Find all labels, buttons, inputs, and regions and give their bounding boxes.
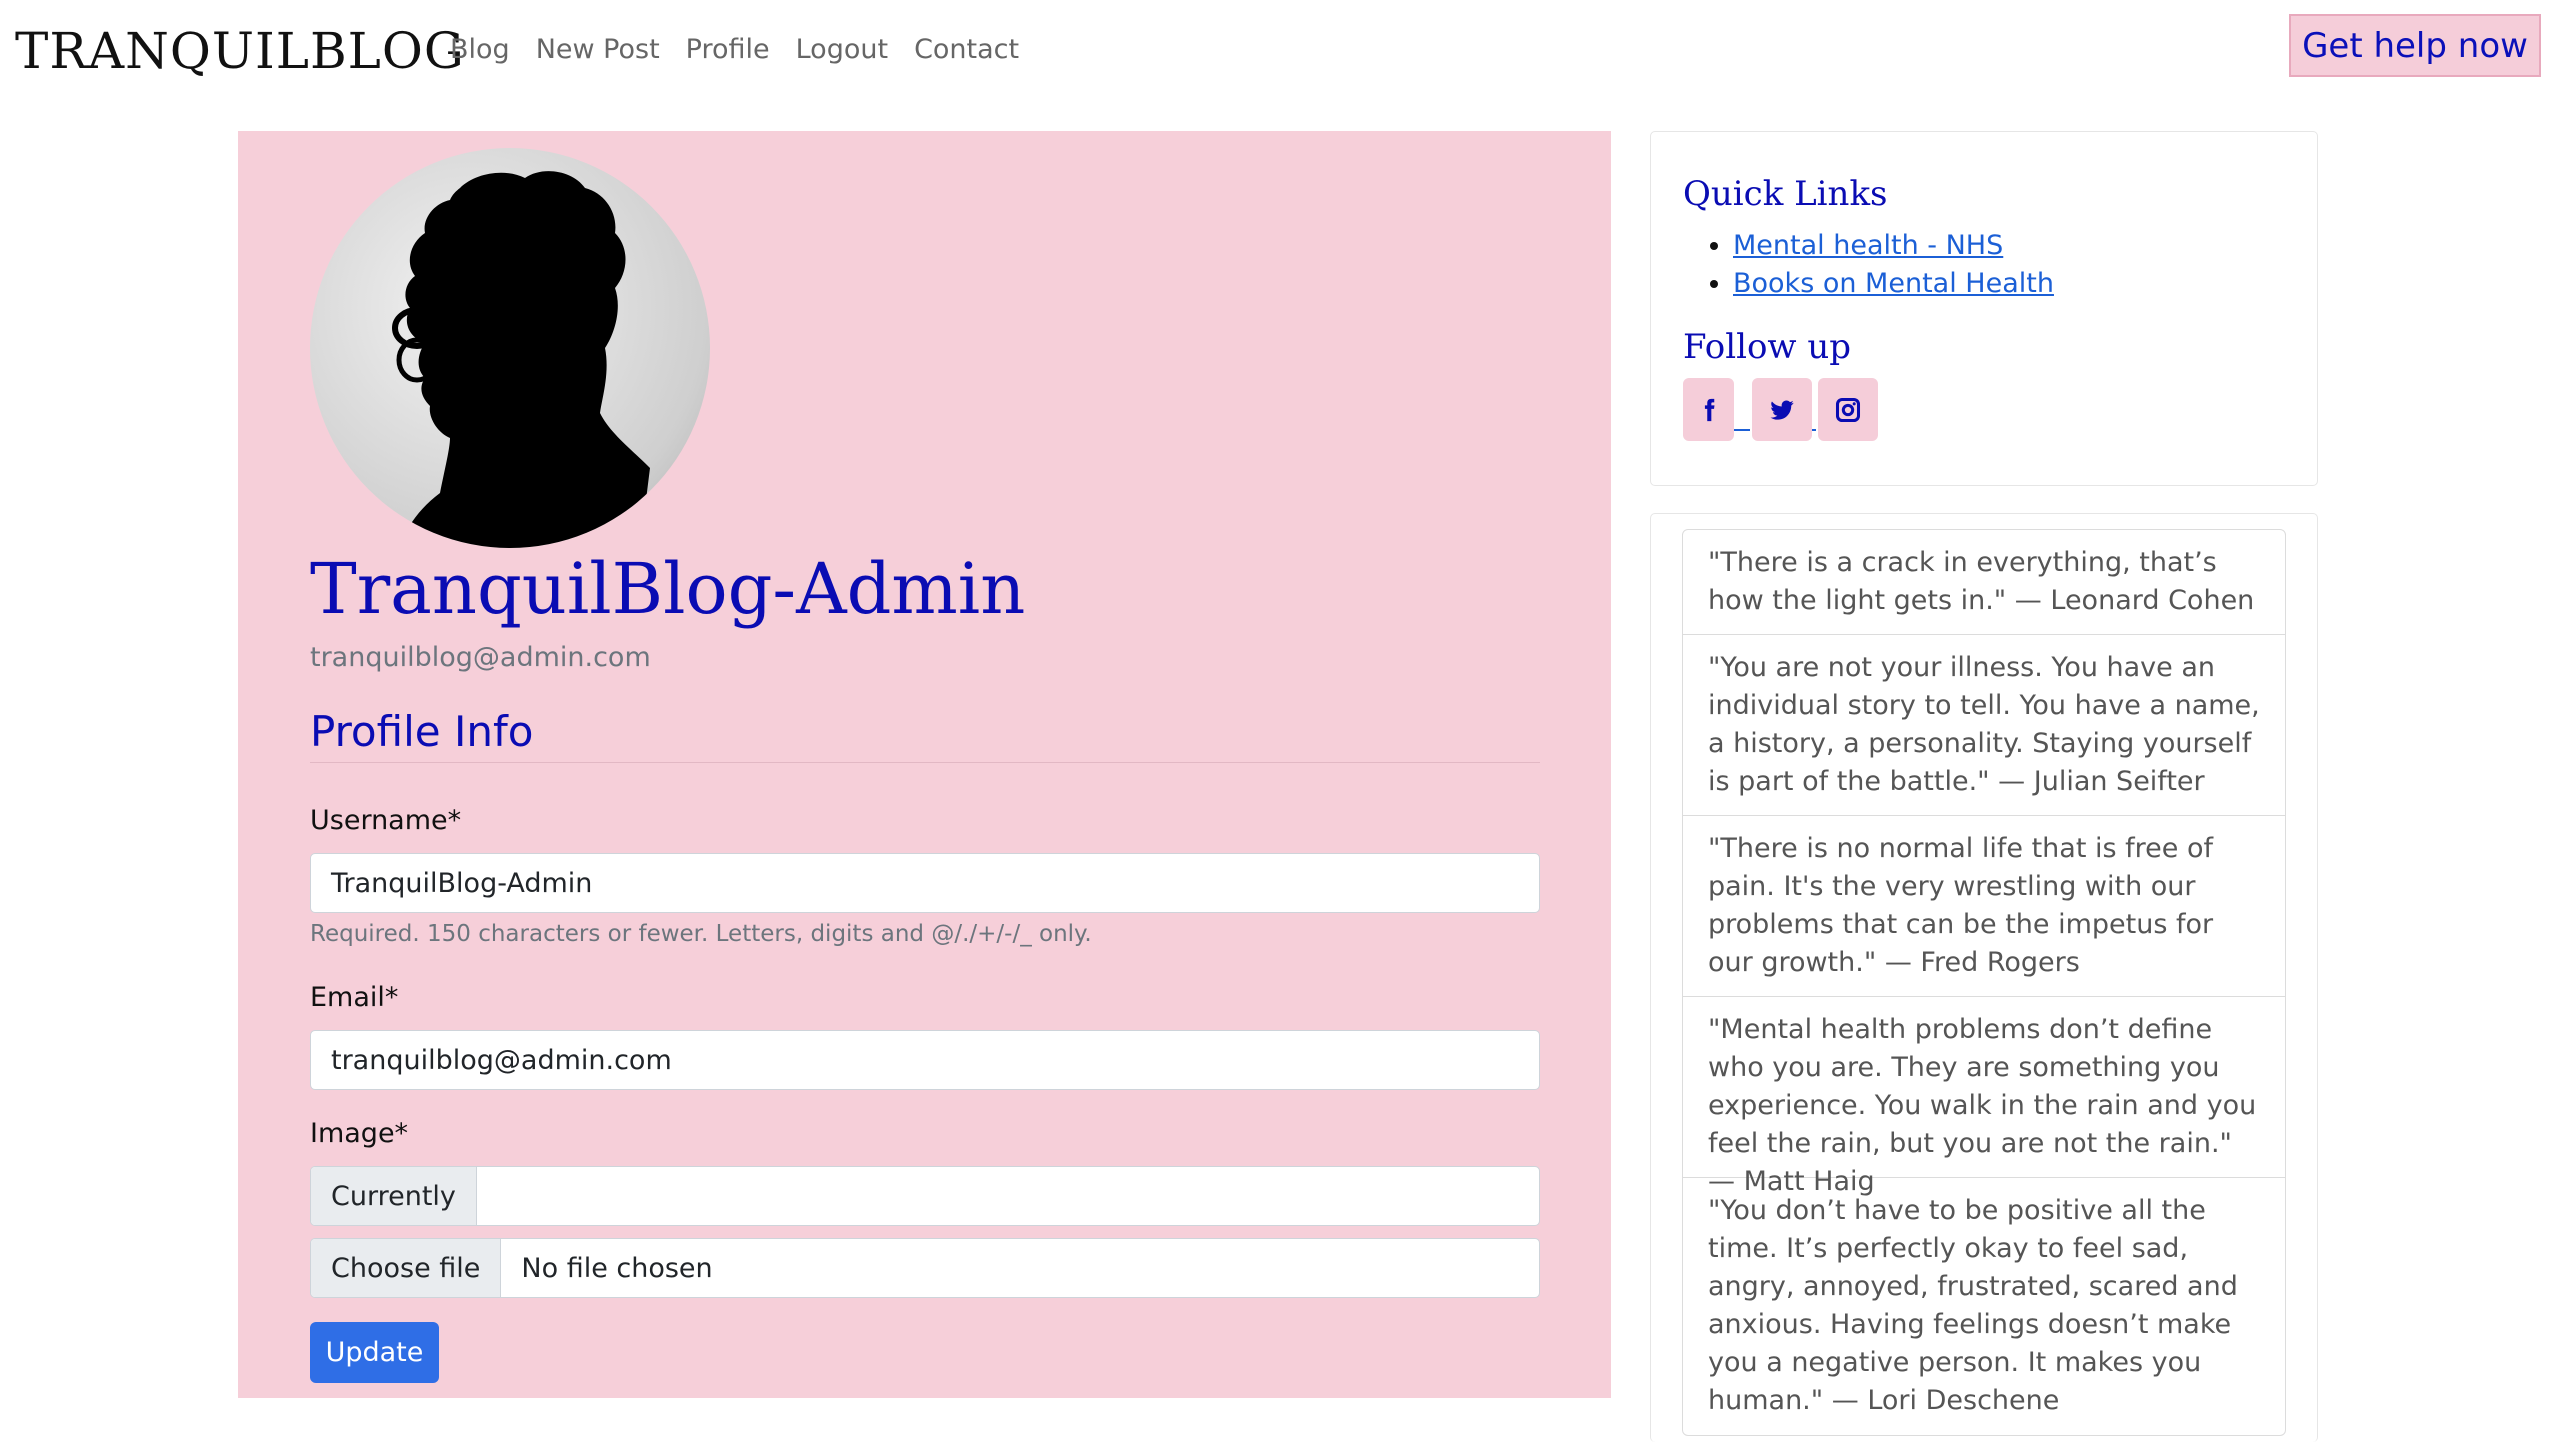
nav-link-new-post[interactable]: New Post <box>536 34 660 65</box>
image-label: Image* <box>310 1118 409 1149</box>
social-link-spacer <box>1812 378 1818 441</box>
nav-link-contact[interactable]: Contact <box>914 34 1019 65</box>
quote-item: "There is no normal life that is free of… <box>1683 816 2285 997</box>
profile-email-text: tranquilblog@admin.com <box>310 642 651 673</box>
instagram-button[interactable] <box>1818 378 1878 441</box>
follow-up-title: Follow up <box>1683 327 1851 367</box>
current-image-group: Currently <box>310 1166 1540 1226</box>
nav-link-blog[interactable]: Blog <box>450 34 510 65</box>
quick-links-card: Quick Links Mental health - NHS Books on… <box>1650 131 2318 486</box>
quote-item: "Mental health problems don’t define who… <box>1683 997 2285 1197</box>
main-nav: Blog New Post Profile Logout Contact <box>450 34 1019 65</box>
section-divider <box>310 762 1540 763</box>
nav-link-profile[interactable]: Profile <box>686 34 770 65</box>
profile-username-heading: TranquilBlog-Admin <box>310 548 1026 630</box>
username-input[interactable]: TranquilBlog-Admin <box>310 853 1540 913</box>
quick-link-item: Mental health - NHS <box>1733 227 2054 265</box>
link-books-on-mental-health[interactable]: Books on Mental Health <box>1733 268 2054 299</box>
facebook-icon <box>1704 398 1714 421</box>
file-input-group[interactable]: Choose file No file chosen <box>310 1238 1540 1298</box>
nav-link-logout[interactable]: Logout <box>796 34 888 65</box>
twitter-icon <box>1770 400 1794 420</box>
quote-item: "You don’t have to be positive all the t… <box>1708 1195 2238 1416</box>
quick-links-list: Mental health - NHS Books on Mental Heal… <box>1703 227 2054 303</box>
avatar-silhouette-image <box>392 171 650 548</box>
quote-item: "There is a crack in everything, that’s … <box>1683 530 2285 635</box>
twitter-button[interactable] <box>1752 378 1812 441</box>
link-mental-health-nhs[interactable]: Mental health - NHS <box>1733 230 2003 261</box>
email-label: Email* <box>310 982 399 1013</box>
choose-file-button[interactable]: Choose file <box>311 1239 502 1297</box>
get-help-button[interactable]: Get help now <box>2289 14 2541 77</box>
quotes-list: "There is a crack in everything, that’s … <box>1682 529 2286 1436</box>
update-button[interactable]: Update <box>310 1322 439 1383</box>
currently-addon: Currently <box>311 1167 477 1225</box>
username-help-text: Required. 150 characters or fewer. Lette… <box>310 921 1092 947</box>
current-image-value[interactable] <box>477 1167 517 1225</box>
quote-item: "You are not your illness. You have an i… <box>1683 635 2285 816</box>
facebook-button[interactable] <box>1683 378 1734 441</box>
quick-link-item: Books on Mental Health <box>1733 265 2054 303</box>
quotes-card: "There is a crack in everything, that’s … <box>1650 513 2318 1442</box>
quick-links-title: Quick Links <box>1683 174 1888 214</box>
site-brand[interactable]: TRANQUILBLOG <box>15 22 465 80</box>
social-link-spacer <box>1734 378 1752 441</box>
profile-avatar <box>310 148 710 548</box>
email-input[interactable]: tranquilblog@admin.com <box>310 1030 1540 1090</box>
profile-info-heading: Profile Info <box>310 707 534 756</box>
username-label: Username* <box>310 805 462 836</box>
instagram-icon <box>1835 397 1861 422</box>
file-status-text: No file chosen <box>521 1252 713 1284</box>
social-links <box>1683 378 1878 441</box>
